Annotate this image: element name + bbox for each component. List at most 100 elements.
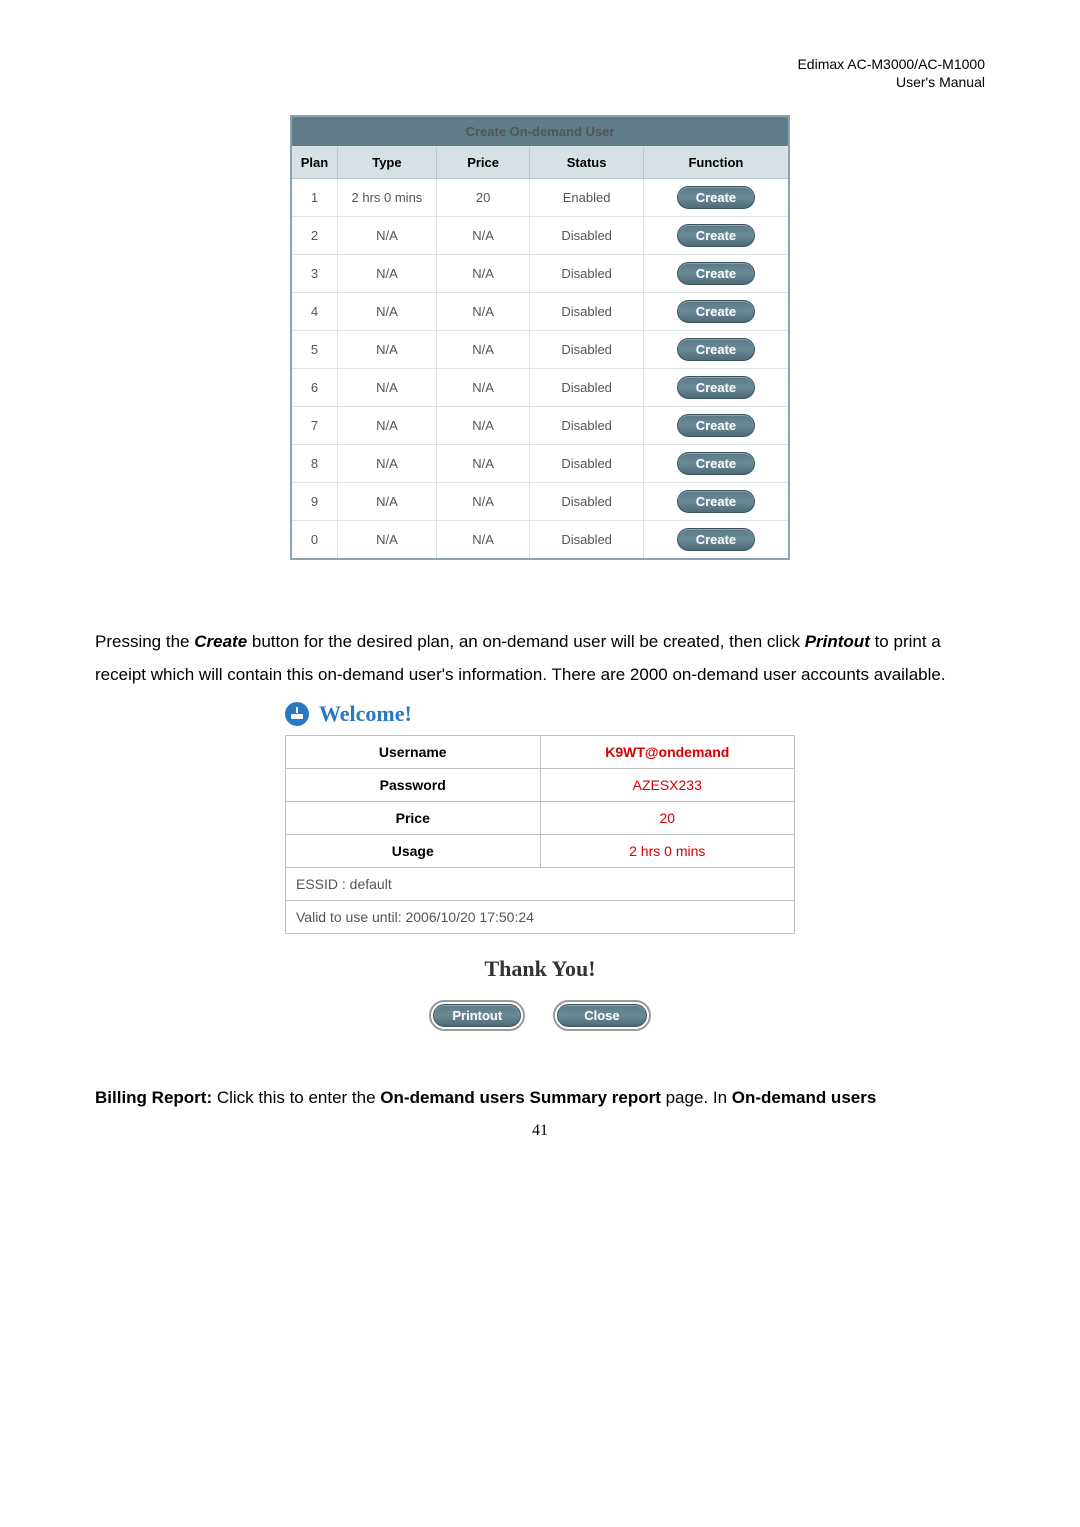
welcome-title: Welcome! xyxy=(319,701,412,727)
cell-function: Create xyxy=(643,521,789,560)
create-button[interactable]: Create xyxy=(677,414,755,437)
cell-plan: 9 xyxy=(291,483,338,521)
welcome-title-row: Welcome! xyxy=(285,701,795,727)
cell-status: Disabled xyxy=(530,445,643,483)
cell-type: N/A xyxy=(338,217,437,255)
cell-status: Enabled xyxy=(530,179,643,217)
page-number: 41 xyxy=(95,1122,985,1140)
table-row: 8N/AN/ADisabledCreate xyxy=(291,445,789,483)
table-row: 7N/AN/ADisabledCreate xyxy=(291,407,789,445)
cell-price: N/A xyxy=(436,217,530,255)
cell-function: Create xyxy=(643,255,789,293)
create-button[interactable]: Create xyxy=(677,224,755,247)
col-function: Function xyxy=(643,147,789,179)
cell-plan: 6 xyxy=(291,369,338,407)
cell-type: N/A xyxy=(338,369,437,407)
cell-plan: 5 xyxy=(291,331,338,369)
table-row: 9N/AN/ADisabledCreate xyxy=(291,483,789,521)
cell-price: N/A xyxy=(436,445,530,483)
cell-plan: 8 xyxy=(291,445,338,483)
create-button[interactable]: Create xyxy=(677,338,755,361)
receipt-icon xyxy=(285,702,309,726)
cell-function: Create xyxy=(643,483,789,521)
doc-title: User's Manual xyxy=(797,73,985,91)
valid-row: Valid to use until: 2006/10/20 17:50:24 xyxy=(286,901,795,934)
cell-status: Disabled xyxy=(530,369,643,407)
price-value: 20 xyxy=(540,802,795,835)
cell-function: Create xyxy=(643,179,789,217)
cell-plan: 0 xyxy=(291,521,338,560)
table-title: Create On-demand User xyxy=(291,116,789,147)
cell-type: N/A xyxy=(338,255,437,293)
welcome-receipt: Welcome! Username K9WT@ondemand Password… xyxy=(95,701,985,1041)
close-button[interactable]: Close xyxy=(557,1004,646,1027)
create-button[interactable]: Create xyxy=(677,376,755,399)
table-row: 3N/AN/ADisabledCreate xyxy=(291,255,789,293)
cell-price: N/A xyxy=(436,331,530,369)
col-status: Status xyxy=(530,147,643,179)
col-price: Price xyxy=(436,147,530,179)
printout-button-wrap[interactable]: Printout xyxy=(429,1000,525,1031)
col-type: Type xyxy=(338,147,437,179)
cell-status: Disabled xyxy=(530,331,643,369)
close-button-wrap[interactable]: Close xyxy=(553,1000,650,1031)
cell-status: Disabled xyxy=(530,217,643,255)
password-value: AZESX233 xyxy=(540,769,795,802)
username-value: K9WT@ondemand xyxy=(540,736,795,769)
essid-row: ESSID : default xyxy=(286,868,795,901)
cell-price: N/A xyxy=(436,293,530,331)
cell-plan: 1 xyxy=(291,179,338,217)
username-label: Username xyxy=(286,736,541,769)
cell-price: N/A xyxy=(436,521,530,560)
cell-function: Create xyxy=(643,407,789,445)
cell-function: Create xyxy=(643,293,789,331)
cell-plan: 3 xyxy=(291,255,338,293)
table-row: 5N/AN/ADisabledCreate xyxy=(291,331,789,369)
cell-type: N/A xyxy=(338,331,437,369)
cell-plan: 4 xyxy=(291,293,338,331)
table-row: 12 hrs 0 mins20Enabled Create xyxy=(291,179,789,217)
cell-type: 2 hrs 0 mins xyxy=(338,179,437,217)
cell-status: Disabled xyxy=(530,483,643,521)
usage-label: Usage xyxy=(286,835,541,868)
cell-price: 20 xyxy=(436,179,530,217)
cell-function: Create xyxy=(643,445,789,483)
cell-function: Create xyxy=(643,217,789,255)
cell-function: Create xyxy=(643,331,789,369)
cell-type: N/A xyxy=(338,445,437,483)
ondemand-section: Create On-demand User Plan Type Price St… xyxy=(95,115,985,560)
table-row: 4N/AN/ADisabledCreate xyxy=(291,293,789,331)
cell-plan: 7 xyxy=(291,407,338,445)
cell-price: N/A xyxy=(436,407,530,445)
table-row: 0N/AN/ADisabledCreate xyxy=(291,521,789,560)
manual-page: Edimax AC-M3000/AC-M1000 User's Manual C… xyxy=(0,0,1080,1180)
create-button[interactable]: Create xyxy=(677,490,755,513)
cell-price: N/A xyxy=(436,483,530,521)
col-plan: Plan xyxy=(291,147,338,179)
create-button[interactable]: Create xyxy=(677,528,755,551)
cell-plan: 2 xyxy=(291,217,338,255)
device-model: Edimax AC-M3000/AC-M1000 xyxy=(797,55,985,73)
cell-price: N/A xyxy=(436,255,530,293)
cell-type: N/A xyxy=(338,293,437,331)
receipt-table: Username K9WT@ondemand Password AZESX233… xyxy=(285,735,795,934)
usage-value: 2 hrs 0 mins xyxy=(540,835,795,868)
create-button[interactable]: Create xyxy=(677,452,755,475)
cell-status: Disabled xyxy=(530,255,643,293)
cell-type: N/A xyxy=(338,483,437,521)
cell-status: Disabled xyxy=(530,407,643,445)
cell-price: N/A xyxy=(436,369,530,407)
printout-button[interactable]: Printout xyxy=(433,1004,521,1027)
cell-type: N/A xyxy=(338,407,437,445)
cell-status: Disabled xyxy=(530,521,643,560)
page-header: Edimax AC-M3000/AC-M1000 User's Manual xyxy=(797,55,985,91)
table-row: 6N/AN/ADisabledCreate xyxy=(291,369,789,407)
receipt-buttons: Printout Close xyxy=(285,1000,795,1031)
password-label: Password xyxy=(286,769,541,802)
create-button[interactable]: Create xyxy=(677,186,755,209)
paragraph-billing: Billing Report: Click this to enter the … xyxy=(95,1081,985,1114)
thank-you: Thank You! xyxy=(285,956,795,982)
create-button[interactable]: Create xyxy=(677,262,755,285)
create-button[interactable]: Create xyxy=(677,300,755,323)
cell-function: Create xyxy=(643,369,789,407)
